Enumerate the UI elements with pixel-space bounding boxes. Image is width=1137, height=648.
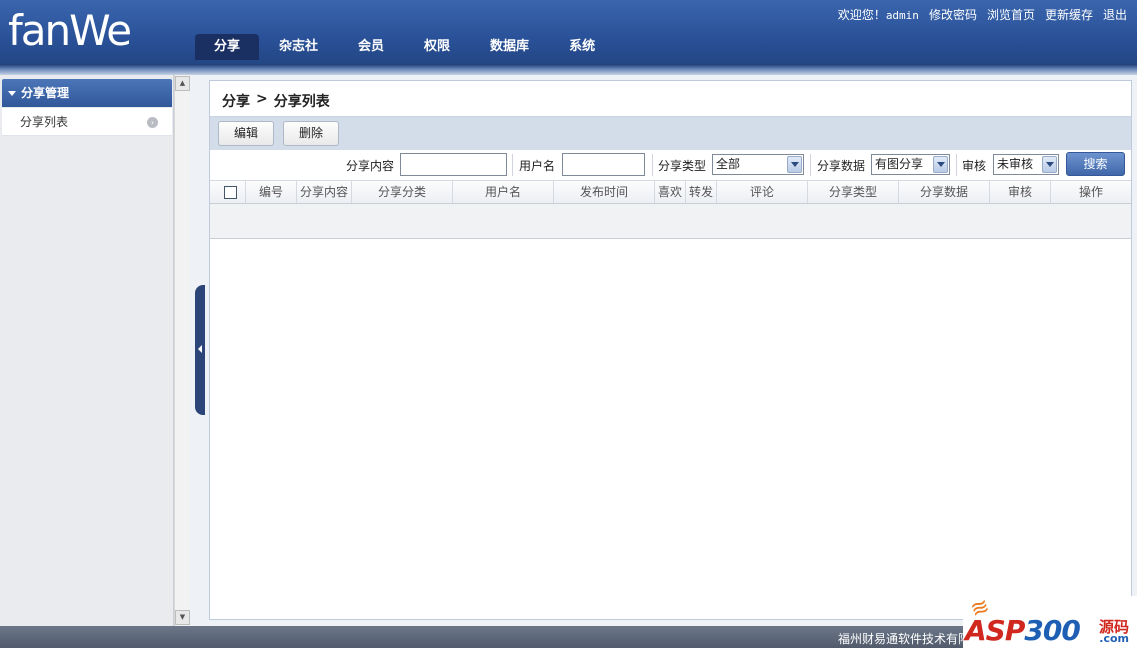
update-cache-link[interactable]: 更新缓存	[1045, 6, 1093, 23]
tab-members[interactable]: 会员	[338, 34, 404, 60]
sidebar-section-share-management[interactable]: 分享管理	[2, 79, 172, 107]
tab-permissions[interactable]: 权限	[404, 34, 470, 60]
filter-divider	[956, 154, 957, 176]
triangle-down-icon	[8, 91, 16, 96]
review-status-select[interactable]: 未审核	[993, 154, 1059, 175]
delete-button[interactable]: 删除	[283, 121, 339, 146]
watermark-brand: ASP300	[965, 614, 1081, 647]
breadcrumb-separator: >	[256, 91, 268, 107]
tab-magazine[interactable]: 杂志社	[259, 34, 338, 60]
column-header-review[interactable]: 审核	[990, 181, 1051, 203]
chevron-down-icon	[1042, 156, 1057, 173]
asp300-watermark-logo: ≋ ASP300 源码 .com	[963, 594, 1137, 648]
tab-database[interactable]: 数据库	[470, 34, 549, 60]
share-data-label: 分享数据	[817, 159, 866, 173]
column-header-comments[interactable]: 评论	[717, 181, 808, 203]
search-filters: 分享内容 用户名 分享类型 全部 分享数据 有图分享 审核 未审核 搜索	[210, 150, 1131, 181]
filter-divider	[512, 154, 513, 176]
filter-divider	[810, 154, 811, 176]
welcome-text: 欢迎您！admin	[837, 8, 919, 22]
change-password-link[interactable]: 修改密码	[929, 6, 977, 23]
share-data-select[interactable]: 有图分享	[871, 154, 950, 175]
sidebar-item-label: 分享列表	[20, 115, 69, 129]
share-type-value: 全部	[716, 157, 741, 171]
chevron-down-icon	[787, 156, 802, 173]
tab-share[interactable]: 分享	[195, 34, 259, 60]
sidebar: 分享管理 分享列表 ›	[0, 75, 174, 626]
scroll-down-button[interactable]: ▼	[175, 610, 190, 625]
breadcrumb-share-list: 分享列表	[273, 94, 330, 110]
chevron-down-icon	[933, 156, 948, 173]
column-header-share-data[interactable]: 分享数据	[899, 181, 990, 203]
table-row-empty	[210, 204, 1131, 239]
share-type-select[interactable]: 全部	[712, 154, 804, 175]
column-header-username[interactable]: 用户名	[453, 181, 554, 203]
column-header-forwards[interactable]: 转发	[686, 181, 717, 203]
sidebar-scrollbar[interactable]: ▲ ▼	[174, 75, 190, 626]
column-header-share-type[interactable]: 分享类型	[808, 181, 899, 203]
share-content-input[interactable]	[400, 153, 507, 176]
breadcrumb-share[interactable]: 分享	[222, 91, 250, 111]
username-label: 用户名	[519, 159, 556, 173]
logout-link[interactable]: 退出	[1103, 6, 1127, 23]
table-header: 编号 分享内容 分享分类 用户名 发布时间 喜欢 转发 评论 分享类型 分享数据…	[210, 181, 1131, 204]
column-header-publish-time[interactable]: 发布时间	[554, 181, 655, 203]
main-nav: 分享 杂志社 会员 权限 数据库 系统	[195, 34, 615, 60]
filter-divider	[652, 154, 653, 176]
breadcrumb: 分享 > 分享列表	[222, 91, 330, 111]
column-header-actions: 操作	[1078, 185, 1103, 199]
column-header-likes[interactable]: 喜欢	[655, 181, 686, 203]
scroll-up-button[interactable]: ▲	[175, 76, 190, 91]
watermark-com: .com	[1099, 632, 1129, 645]
main-panel: 分享 > 分享列表 编辑 删除 分享内容 用户名 分享类型 全部 分享数据 有图…	[209, 80, 1132, 620]
column-header-id[interactable]: 编号	[246, 181, 297, 203]
header-divider	[0, 64, 1137, 75]
share-type-label: 分享类型	[658, 159, 707, 173]
username-input[interactable]	[562, 153, 645, 176]
share-content-label: 分享内容	[346, 159, 395, 173]
share-data-value: 有图分享	[875, 157, 924, 171]
column-header-category[interactable]: 分享分类	[352, 181, 453, 203]
review-status-value: 未审核	[997, 157, 1034, 171]
tab-system[interactable]: 系统	[549, 34, 615, 60]
view-homepage-link[interactable]: 浏览首页	[987, 6, 1035, 23]
top-header: fanWe 欢迎您！admin 修改密码 浏览首页 更新缓存 退出 分享 杂志社…	[0, 0, 1137, 64]
top-links: 欢迎您！admin 修改密码 浏览首页 更新缓存 退出	[838, 6, 1127, 23]
select-all-cell	[210, 181, 246, 203]
select-all-checkbox[interactable]	[224, 186, 237, 199]
search-button[interactable]: 搜索	[1066, 152, 1125, 176]
review-status-label: 审核	[962, 159, 987, 173]
chevron-right-circle-icon: ›	[147, 117, 158, 128]
fanwe-logo: fanWe	[8, 6, 132, 55]
action-toolbar: 编辑 删除	[210, 116, 1131, 150]
edit-button[interactable]: 编辑	[218, 121, 274, 146]
column-header-content[interactable]: 分享内容	[297, 181, 352, 203]
sidebar-collapse-handle[interactable]	[195, 285, 205, 415]
sidebar-item-share-list[interactable]: 分享列表 ›	[2, 108, 172, 136]
